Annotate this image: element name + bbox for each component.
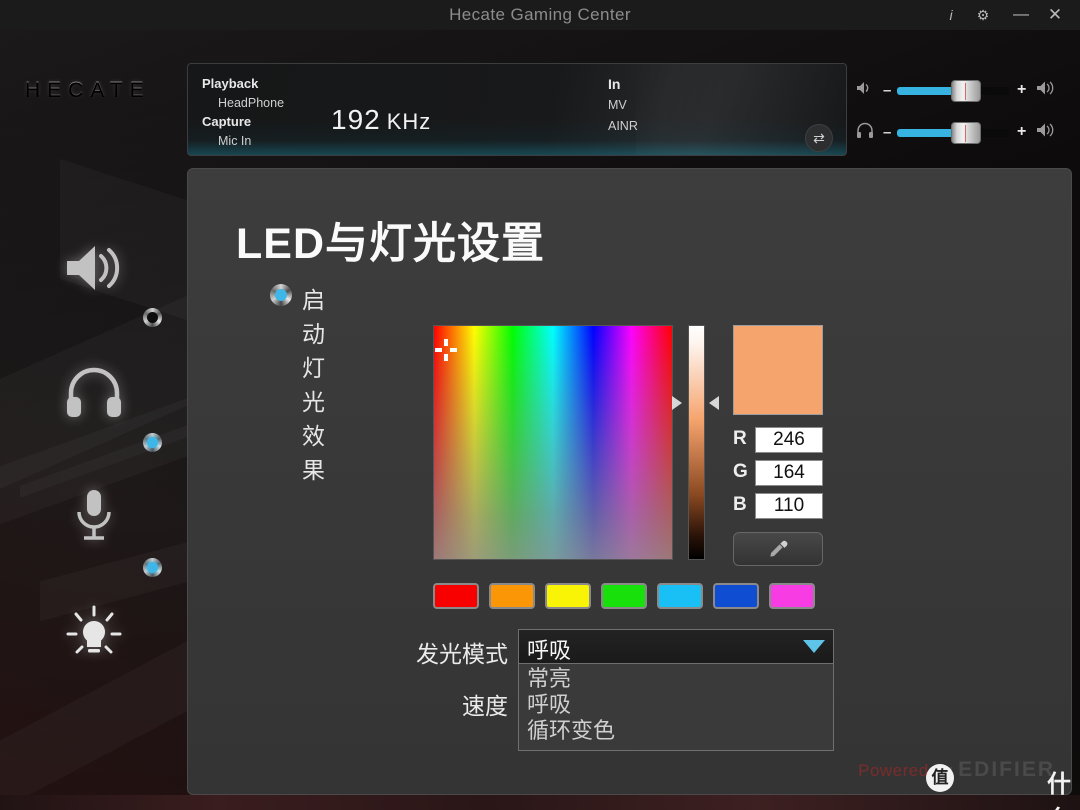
- sidebar-item-speaker[interactable]: [58, 242, 130, 304]
- red-channel-label: R: [733, 428, 747, 449]
- sample-rate-value: 192: [331, 104, 381, 135]
- powered-text: Powered: [858, 761, 929, 780]
- volume-increase-button[interactable]: +: [1017, 81, 1026, 99]
- playback-label: Playback: [202, 76, 259, 91]
- swatch-yellow[interactable]: [545, 583, 591, 609]
- sidebar-item-lighting[interactable]: [58, 605, 130, 667]
- sidebar-nav: [0, 230, 187, 730]
- speaker-loud-icon: [1035, 79, 1059, 102]
- brightness-marker-left[interactable]: [672, 395, 682, 410]
- brightness-slider[interactable]: [688, 325, 705, 560]
- speaker-volume-handle[interactable]: [951, 80, 982, 102]
- color-picker-cursor[interactable]: [435, 338, 457, 361]
- speaker-loud-icon: [1035, 121, 1059, 144]
- indicator-dot-headphone[interactable]: [143, 433, 162, 452]
- gear-icon[interactable]: ⚙: [970, 3, 996, 27]
- title-bar: Hecate Gaming Center i ⚙ — ✕: [0, 0, 1080, 30]
- brightness-marker-right[interactable]: [709, 395, 719, 410]
- headphone-volume-row: – +: [855, 120, 1070, 150]
- mv-label: MV: [608, 98, 627, 112]
- headphone-volume-increase-button[interactable]: +: [1017, 123, 1026, 141]
- minimize-icon[interactable]: —: [1008, 3, 1034, 27]
- device-info-bar: Playback HeadPhone Capture Mic In 192 KHz…: [187, 63, 847, 156]
- swatch-cyan[interactable]: [657, 583, 703, 609]
- sample-rate-display: 192 KHz: [331, 104, 431, 136]
- page-title: LED与灯光设置: [236, 220, 545, 268]
- indicator-dot-microphone[interactable]: [143, 558, 162, 577]
- close-icon[interactable]: ✕: [1042, 3, 1068, 27]
- swatch-red[interactable]: [433, 583, 479, 609]
- speaker-volume-row: – +: [855, 78, 1070, 108]
- mode-option-0[interactable]: 常亮: [519, 666, 833, 692]
- bottom-background-band: [0, 795, 1080, 810]
- input-label: In: [608, 76, 621, 92]
- blue-channel-label: B: [733, 494, 747, 515]
- main-panel: LED与灯光设置 启动灯光效果 R 246 G 164 B 110 发光模式 速…: [187, 168, 1072, 795]
- enable-lighting-label: 启动灯光效果: [302, 287, 325, 483]
- watermark-text: 什么值得买: [1047, 771, 1072, 810]
- headphone-icon: [855, 122, 875, 143]
- indicator-dot-speaker[interactable]: [143, 308, 162, 327]
- color-picker-field[interactable]: [433, 325, 673, 560]
- info-icon[interactable]: i: [938, 3, 964, 27]
- swatch-orange[interactable]: [489, 583, 535, 609]
- brand-logo: HECATE: [25, 78, 175, 104]
- saturation-overlay: [434, 326, 672, 559]
- blue-value-input[interactable]: 110: [755, 493, 823, 519]
- headphone-volume-handle[interactable]: [951, 122, 982, 144]
- swap-icon[interactable]: ⇄: [805, 124, 833, 152]
- watermark-logo: 值: [926, 764, 954, 792]
- speed-label: 速度: [462, 693, 508, 719]
- speaker-icon: [855, 80, 875, 100]
- window-title: Hecate Gaming Center: [449, 5, 631, 24]
- mode-select[interactable]: 呼吸: [518, 629, 834, 664]
- green-value-input[interactable]: 164: [755, 460, 823, 486]
- volume-decrease-button[interactable]: –: [883, 82, 891, 99]
- mode-label: 发光模式: [416, 641, 508, 667]
- sidebar-item-microphone[interactable]: [58, 488, 130, 550]
- mode-dropdown-list[interactable]: 常亮 呼吸 循环变色: [518, 664, 834, 751]
- headphone-volume-decrease-button[interactable]: –: [883, 124, 891, 141]
- sample-rate-unit: KHz: [386, 109, 432, 134]
- capture-label: Capture: [202, 114, 252, 129]
- edifier-brand: EDIFIER: [958, 758, 1055, 781]
- mode-option-2[interactable]: 循环变色: [519, 718, 833, 744]
- powered-by-footer: Powered by EDIFIER: [858, 758, 1055, 782]
- eyedropper-button[interactable]: [733, 532, 823, 566]
- playback-device: HeadPhone: [218, 96, 285, 110]
- preset-swatches: [433, 583, 825, 609]
- sidebar-item-headphone[interactable]: [58, 365, 130, 427]
- swatch-magenta[interactable]: [769, 583, 815, 609]
- capture-device: Mic In: [218, 134, 252, 148]
- swatch-blue[interactable]: [713, 583, 759, 609]
- color-preview-swatch: [733, 325, 823, 415]
- mode-selected-value: 呼吸: [527, 638, 572, 663]
- radio-icon: [270, 284, 292, 306]
- chevron-down-icon: [803, 640, 825, 653]
- mode-option-1[interactable]: 呼吸: [519, 692, 833, 718]
- ainr-label: AINR: [608, 119, 638, 133]
- red-value-input[interactable]: 246: [755, 427, 823, 453]
- swatch-green[interactable]: [601, 583, 647, 609]
- green-channel-label: G: [733, 461, 748, 482]
